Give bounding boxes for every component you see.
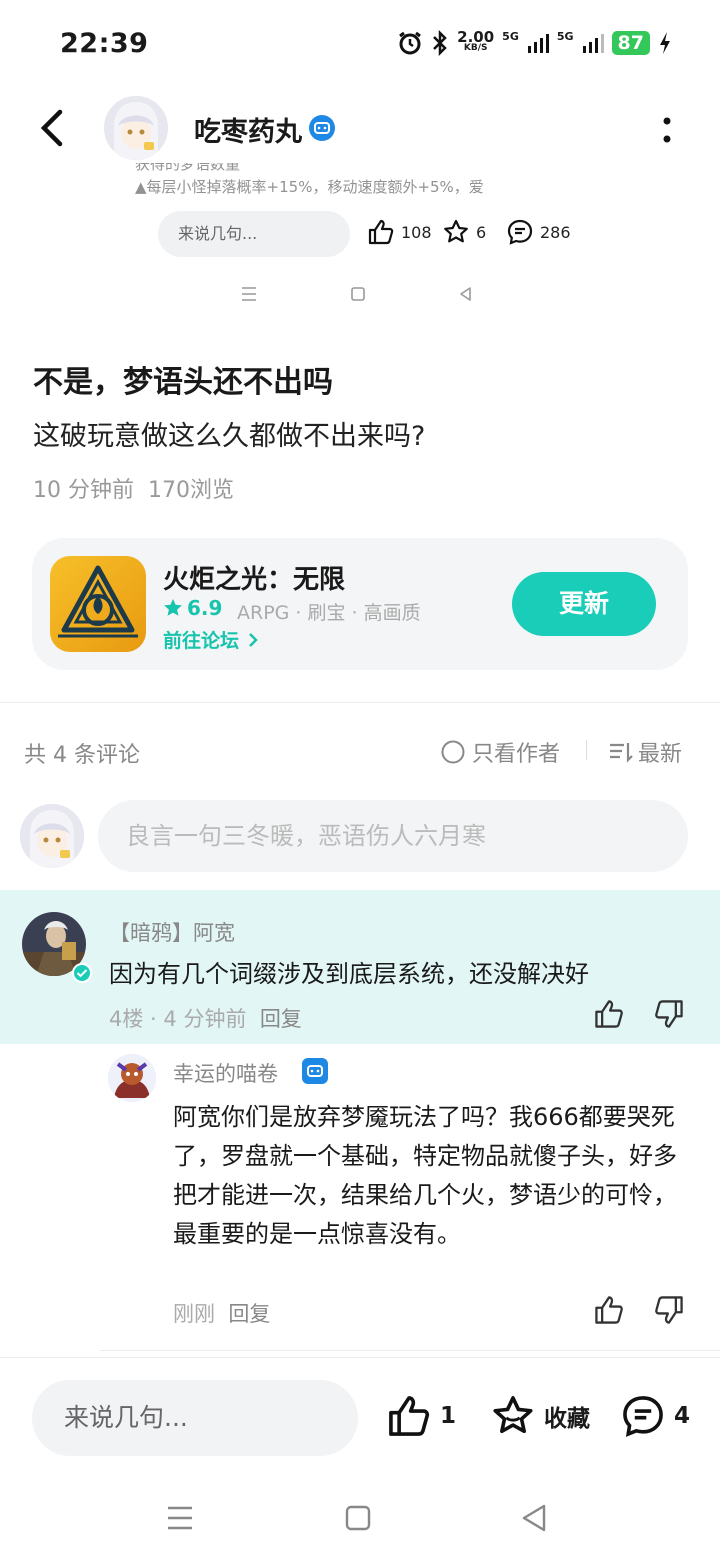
post-body: 这破玩意做这么久都做不出来吗? [33, 421, 426, 452]
bottom-bar-divider [0, 1357, 720, 1358]
sort-label: 最新 [638, 742, 683, 767]
alarm-icon [399, 31, 422, 55]
net-speed-value: 2.00 [457, 28, 495, 46]
radio-circle-icon[interactable] [440, 739, 466, 765]
comment-dislike-icon[interactable] [653, 998, 685, 1030]
reply-button[interactable]: 回复 [260, 1007, 302, 1031]
star-icon [493, 1396, 533, 1434]
divider [0, 702, 720, 703]
verified-check-icon [72, 963, 92, 983]
reply-text: 阿宽你们是放弃梦魇玩法了吗？我666都要哭死了，罗盘就一个基础，特定物品就傻子头… [173, 1103, 677, 1248]
update-button[interactable]: 更新 [512, 572, 656, 636]
comment-bubble-icon [507, 219, 533, 245]
comment-text: 因为有几个词缀涉及到底层系统，还没解决好 [109, 960, 589, 988]
post-meta: 10 分钟前 170浏览 [33, 472, 234, 504]
embedded-like-stat: 108 [367, 218, 432, 246]
embedded-home-icon [350, 284, 366, 308]
faded-line-2: ▲每层小怪掉落概率+15%，移动速度额外+5%，爱 [135, 178, 484, 196]
faded-line-1: 获得的梦语数量 [135, 163, 241, 173]
author-avatar[interactable] [104, 96, 168, 160]
favorite-button[interactable]: 收藏 [490, 1393, 590, 1439]
comments-button[interactable]: 4 [620, 1393, 690, 1439]
game-forum-link[interactable]: 前往论坛 [163, 626, 260, 653]
embedded-comment-input: 来说几句... [158, 211, 350, 257]
game-forum-label: 前往论坛 [163, 630, 240, 652]
comment-bubble-icon [623, 1396, 663, 1437]
rating-star-icon [164, 599, 182, 616]
comment-like-icon[interactable] [593, 998, 625, 1030]
favorite-label: 收藏 [544, 1406, 590, 1432]
reply-meta: 刚刚 回复 [173, 1298, 270, 1328]
comment-username[interactable]: 【暗鸦】阿宽 [109, 917, 235, 947]
back-arrow-icon[interactable] [34, 106, 74, 150]
post-title: 不是，梦语头还不出吗 [33, 365, 333, 400]
game-rating-value: 6.9 [187, 596, 223, 620]
embedded-comment-count: 286 [540, 222, 571, 242]
thumbs-up-icon [389, 1396, 430, 1436]
signal-type-2: 5G [556, 30, 574, 43]
net-speed-unit: KB/S [463, 43, 488, 53]
reply-avatar[interactable] [108, 1054, 156, 1102]
bluetooth-icon [433, 30, 447, 56]
battery-level: 87 [611, 31, 650, 55]
my-avatar [20, 804, 84, 868]
thumbs-up-icon [368, 219, 394, 245]
reply-like-icon[interactable] [593, 1294, 625, 1326]
signal-icon-2 [582, 34, 604, 53]
comment-meta: 4楼 · 4 分钟前 回复 [109, 1007, 302, 1031]
star-icon [444, 219, 468, 243]
home-icon[interactable] [344, 1500, 372, 1540]
reply-username[interactable]: 幸运的喵卷 [173, 1058, 278, 1088]
bottom-comment-input[interactable]: 来说几句... [32, 1380, 358, 1456]
reply-time: 刚刚 [173, 1302, 215, 1326]
embedded-fav-stat: 6 [442, 218, 486, 246]
like-count: 1 [440, 1403, 457, 1429]
comment-time: 4 分钟前 [163, 1007, 247, 1031]
comment-input[interactable]: 良言一句三冬暖，恶语伤人六月寒 [98, 800, 688, 872]
sort-toggle[interactable]: 最新 [608, 736, 682, 768]
embedded-fav-count: 6 [476, 222, 487, 242]
verified-badge-icon [309, 115, 335, 141]
more-options-icon[interactable] [660, 114, 674, 146]
comment-total: 4 [674, 1403, 691, 1429]
post-views: 170浏览 [148, 478, 234, 503]
signal-type-1: 5G [502, 30, 519, 43]
embedded-comment-stat: 286 [506, 218, 571, 246]
reply-dislike-icon[interactable] [653, 1294, 685, 1326]
charging-icon [660, 32, 670, 54]
reply-badge-icon [302, 1058, 328, 1084]
embedded-menu-icon [240, 284, 258, 308]
reply-reply-button[interactable]: 回复 [228, 1302, 270, 1326]
post-time: 10 分钟前 [33, 478, 134, 503]
author-name[interactable]: 吃枣药丸 [194, 110, 302, 149]
recent-apps-icon[interactable] [166, 1500, 194, 1540]
embedded-faded-text: 获得的梦语数量 ▲每层小怪掉落概率+15%，移动速度额外+5%，爱 [135, 163, 585, 197]
embedded-like-count: 108 [401, 222, 432, 242]
signal-icon [527, 34, 549, 53]
chevron-right-icon [248, 633, 258, 647]
status-icons: 2.00 KB/S 5G 5G 87 [397, 30, 672, 56]
game-rating: 6.9 [163, 596, 222, 620]
net-speed: 2.00 KB/S [457, 28, 495, 54]
game-tags: ARPG · 刷宝 · 高画质 [237, 602, 421, 624]
system-back-icon[interactable] [520, 1500, 548, 1540]
reply-divider [100, 1350, 720, 1351]
game-logo-icon[interactable] [50, 556, 146, 652]
game-name[interactable]: 火炬之光：无限 [163, 559, 345, 596]
sort-icon [610, 743, 633, 763]
comment-count: 共 4 条评论 [24, 743, 140, 768]
only-author-label: 只看作者 [472, 742, 561, 767]
status-time: 22:39 [60, 28, 149, 59]
embedded-back-icon [458, 284, 474, 308]
separator [586, 740, 587, 760]
like-button[interactable]: 1 [386, 1393, 456, 1439]
comment-floor: 4楼 [109, 1007, 144, 1031]
only-author-toggle[interactable]: 只看作者 [440, 736, 560, 768]
